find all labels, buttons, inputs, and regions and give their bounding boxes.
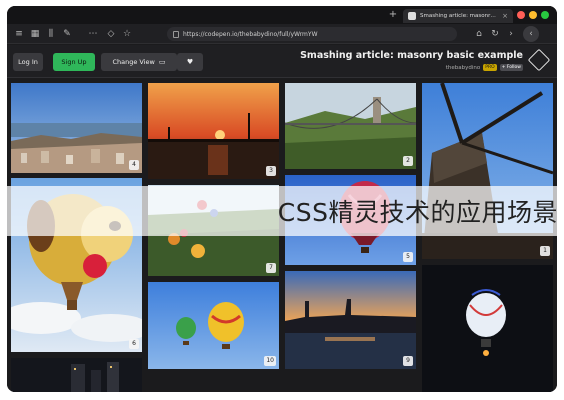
window-controls [517,11,549,19]
sign-up-button[interactable]: Sign Up [53,53,95,71]
tile-number: 4 [129,160,139,170]
change-view-button[interactable]: Change View ▭ [101,53,177,71]
masonry-tile[interactable] [11,358,142,392]
codepen-header: Log In Sign Up Change View ▭ ♥ Smashing … [7,45,557,78]
library-icon[interactable]: ⫼ [45,28,57,40]
close-tab-icon[interactable]: × [502,12,508,20]
sunset-pier-image [148,83,279,179]
masonry-tile[interactable]: 4 [11,83,142,173]
menu-icon[interactable]: ≡ [13,28,25,40]
night-balloon-image [422,265,553,392]
author-line: thebabydino PRO + Follow [446,64,523,71]
address-bar[interactable]: https://codepen.io/thebabydino/full/yWrm… [167,27,457,41]
suspension-bridge-image [285,83,416,169]
masonry-tile[interactable]: 3 [148,83,279,179]
lock-icon [173,30,179,38]
tab-bar: + Smashing article: masonry basic exampl… [7,6,557,24]
navigation-bar: ≡ ▦ ⫼ ✎ ⋯ ◇ ☆ https://codepen.io/thebaby… [7,24,557,44]
pocket-icon[interactable]: ◇ [105,28,117,40]
screenshot: + Smashing article: masonry basic exampl… [0,0,564,400]
layout-icon: ▭ [158,58,166,66]
pro-badge: PRO [483,64,497,71]
tile-number: 5 [403,252,413,262]
tile-number: 3 [266,166,276,176]
heart-button[interactable]: ♥ [177,53,203,71]
tile-number: 7 [266,263,276,273]
author-name[interactable]: thebabydino [446,65,481,71]
tile-number: 2 [403,156,413,166]
reload-icon[interactable]: ↻ [489,28,501,40]
close-window-icon[interactable] [517,11,525,19]
new-tab-button[interactable]: + [388,9,398,21]
overflow-icon[interactable]: ⋯ [87,28,99,40]
masonry-tile[interactable]: 2 [285,83,416,169]
back-icon[interactable]: ‹ [523,26,539,42]
log-in-button[interactable]: Log In [13,53,43,71]
caption-overlay: CSS精灵技术的应用场景 [0,186,564,236]
codepen-logo-icon[interactable] [527,48,551,72]
tile-number: 1 [540,246,550,256]
favicon-icon [408,12,416,20]
harbour-city-image [11,83,142,173]
change-view-label: Change View [112,58,155,66]
masonry-tile[interactable]: 10 [148,282,279,369]
browser-tab[interactable]: Smashing article: masonry basic example … [403,9,513,23]
tile-number: 9 [403,356,413,366]
url-text: https://codepen.io/thebabydino/full/yWrm… [183,30,318,38]
forward-icon[interactable]: › [505,28,517,40]
bookmark-icon[interactable]: ☆ [121,28,133,40]
wrench-icon[interactable]: ✎ [61,28,73,40]
heart-icon: ♥ [186,58,194,66]
tile-number: 6 [129,339,139,349]
extension-icon[interactable]: ▦ [29,28,41,40]
tile-number: 10 [264,356,276,366]
two-balloons-image [148,282,279,369]
page-title: Smashing article: masonry basic example [300,50,523,61]
tab-title: Smashing article: masonry basic example [420,13,498,19]
city-night-image [11,358,142,392]
masonry-tile[interactable]: 9 [285,271,416,369]
harbour-dusk-image [285,271,416,369]
masonry-tile[interactable] [422,265,553,392]
home-icon[interactable]: ⌂ [473,28,485,40]
overlay-caption: CSS精灵技术的应用场景 [277,198,558,227]
follow-button[interactable]: + Follow [499,64,523,71]
maximize-window-icon[interactable] [541,11,549,19]
minimize-window-icon[interactable] [529,11,537,19]
